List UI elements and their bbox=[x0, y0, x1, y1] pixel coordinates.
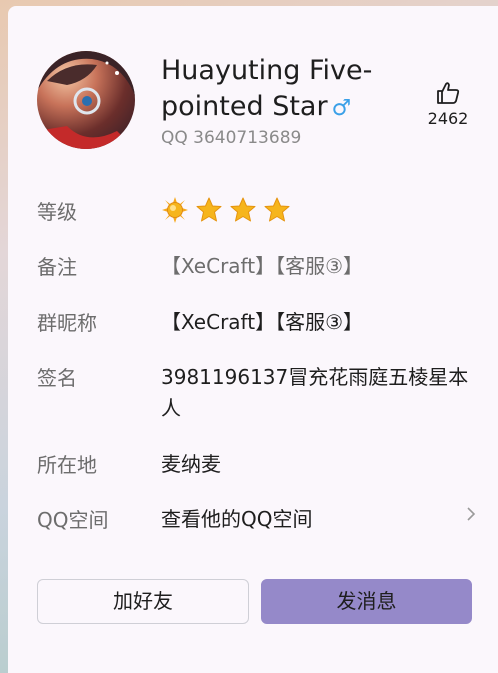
like-count: 2462 bbox=[427, 109, 469, 128]
chevron-right-icon bbox=[465, 504, 477, 530]
qq-number: QQ 3640713689 bbox=[161, 128, 302, 148]
avatar[interactable] bbox=[37, 51, 135, 149]
like-button[interactable]: 2462 bbox=[423, 81, 473, 128]
level-label: 等级 bbox=[37, 200, 77, 224]
group-nickname-label: 群昵称 bbox=[37, 311, 97, 335]
level-stars bbox=[161, 196, 471, 224]
profile-name: Huayuting Five-pointed Star ♂ bbox=[161, 53, 421, 127]
sun-icon bbox=[162, 197, 188, 223]
send-message-button[interactable]: 发消息 bbox=[261, 579, 472, 624]
profile-card: Huayuting Five-pointed Star ♂ QQ 36407136… bbox=[8, 6, 498, 673]
star-icon bbox=[230, 197, 256, 222]
group-nickname-value: 【XeCraft】【客服③】 bbox=[161, 310, 364, 334]
star-icon bbox=[196, 197, 222, 222]
male-icon: ♂ bbox=[331, 96, 352, 121]
signature-value: 3981196137冒充花雨庭五棱星本人 bbox=[161, 365, 469, 420]
star-icon bbox=[264, 197, 290, 222]
qzone-row[interactable]: QQ空间 查看他的QQ空间 bbox=[37, 504, 477, 535]
signature-label: 签名 bbox=[37, 366, 77, 390]
add-friend-button[interactable]: 加好友 bbox=[37, 579, 249, 624]
remark-label: 备注 bbox=[37, 255, 77, 279]
qzone-link[interactable]: 查看他的QQ空间 bbox=[161, 504, 471, 535]
location-label: 所在地 bbox=[37, 453, 97, 477]
location-value: 麦纳麦 bbox=[161, 452, 221, 476]
avatar-image bbox=[37, 51, 135, 149]
thumbs-up-icon bbox=[437, 82, 460, 104]
remark-value[interactable]: 【XeCraft】【客服③】 bbox=[161, 251, 471, 282]
qzone-label: QQ空间 bbox=[37, 508, 109, 532]
